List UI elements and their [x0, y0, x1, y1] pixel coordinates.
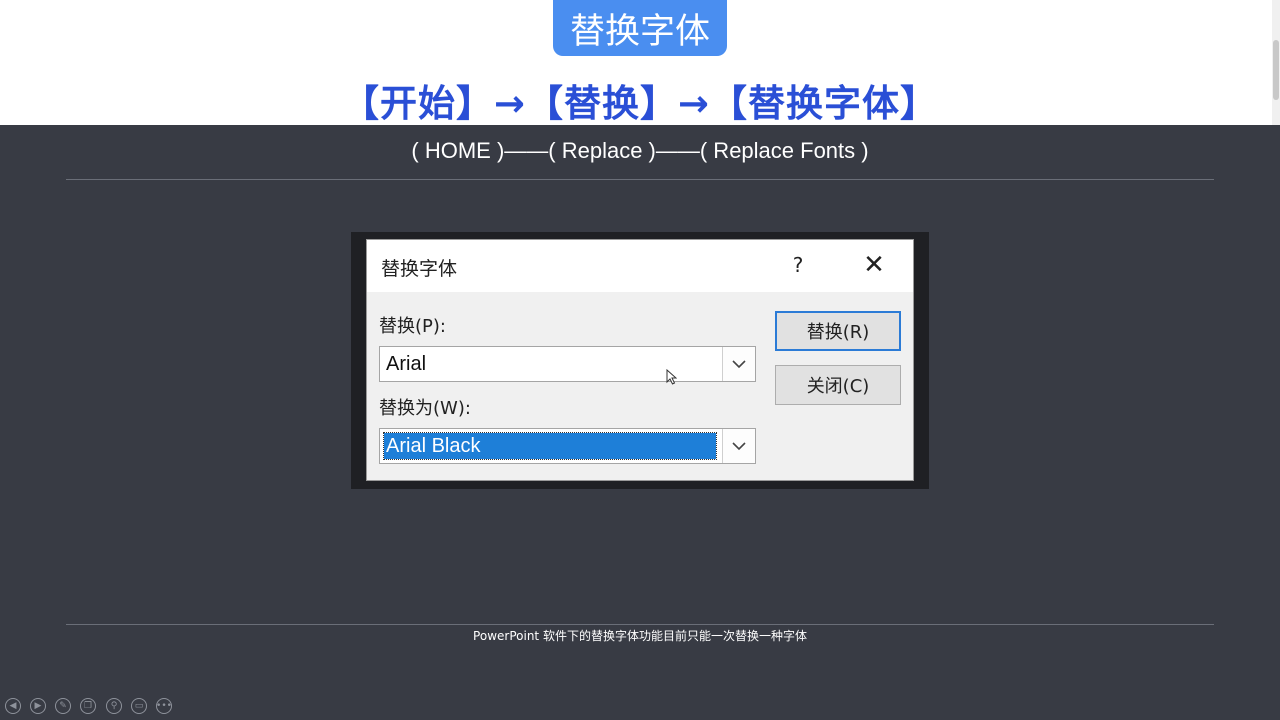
subtitles-button[interactable]: ▭ — [131, 698, 147, 714]
scrollbar[interactable] — [1272, 0, 1280, 125]
replace-with-dropdown-button[interactable] — [722, 429, 755, 463]
subtitles-icon: ▭ — [134, 701, 144, 711]
close-button[interactable]: ✕ — [857, 250, 891, 280]
chevron-down-icon — [732, 441, 746, 450]
pen-tool-button[interactable]: ✎ — [55, 698, 71, 714]
see-all-slides-button[interactable]: ❐ — [80, 698, 96, 714]
slide-header: 替换字体 【开始】→【替换】→【替换字体】 — [0, 0, 1280, 125]
dialog-title: 替换字体 — [381, 258, 458, 280]
slide-footnote: PowerPoint 软件下的替换字体功能目前只能一次替换一种字体 — [473, 629, 807, 643]
magnifier-icon: ⚲ — [110, 701, 118, 711]
mouse-pointer-icon — [666, 369, 677, 385]
replace-fonts-dialog: 替换字体 ? ✕ 替换(P): Arial 替换为(W): Arial Blac… — [366, 239, 914, 481]
replace-with-value[interactable]: Arial Black — [383, 432, 717, 460]
pen-icon: ✎ — [59, 701, 67, 711]
previous-slide-button[interactable]: ◀ — [5, 698, 21, 714]
replace-with-label: 替换为(W): — [379, 398, 471, 419]
menu-path-english: ( HOME )——( Replace )——( Replace Fonts ) — [411, 138, 869, 163]
title-badge: 替换字体 — [553, 0, 727, 56]
replace-font-value[interactable]: Arial — [384, 351, 428, 377]
replace-button[interactable]: 替换(R) — [775, 311, 901, 351]
close-icon: ✕ — [863, 250, 885, 280]
help-button[interactable]: ? — [783, 250, 813, 280]
close-dialog-button[interactable]: 关闭(C) — [775, 365, 901, 405]
more-options-button[interactable]: ••• — [156, 698, 172, 714]
replace-with-combo[interactable]: Arial Black — [379, 428, 756, 464]
top-divider — [66, 179, 1214, 180]
scrollbar-thumb[interactable] — [1273, 40, 1279, 100]
slides-icon: ❐ — [83, 701, 93, 711]
chevron-down-icon — [732, 359, 746, 368]
dialog-titlebar: 替换字体 ? ✕ — [367, 240, 913, 292]
next-arrow-icon: ▶ — [34, 701, 42, 711]
bottom-divider — [66, 624, 1214, 625]
help-icon: ? — [792, 253, 804, 277]
next-slide-button[interactable]: ▶ — [30, 698, 46, 714]
prev-arrow-icon: ◀ — [9, 701, 17, 711]
replace-font-combo[interactable]: Arial — [379, 346, 756, 382]
menu-path-chinese: 【开始】→【替换】→【替换字体】 — [341, 82, 938, 125]
zoom-button[interactable]: ⚲ — [106, 698, 122, 714]
replace-font-dropdown-button[interactable] — [722, 347, 755, 381]
more-icon: ••• — [156, 701, 172, 711]
replace-label: 替换(P): — [379, 316, 446, 337]
